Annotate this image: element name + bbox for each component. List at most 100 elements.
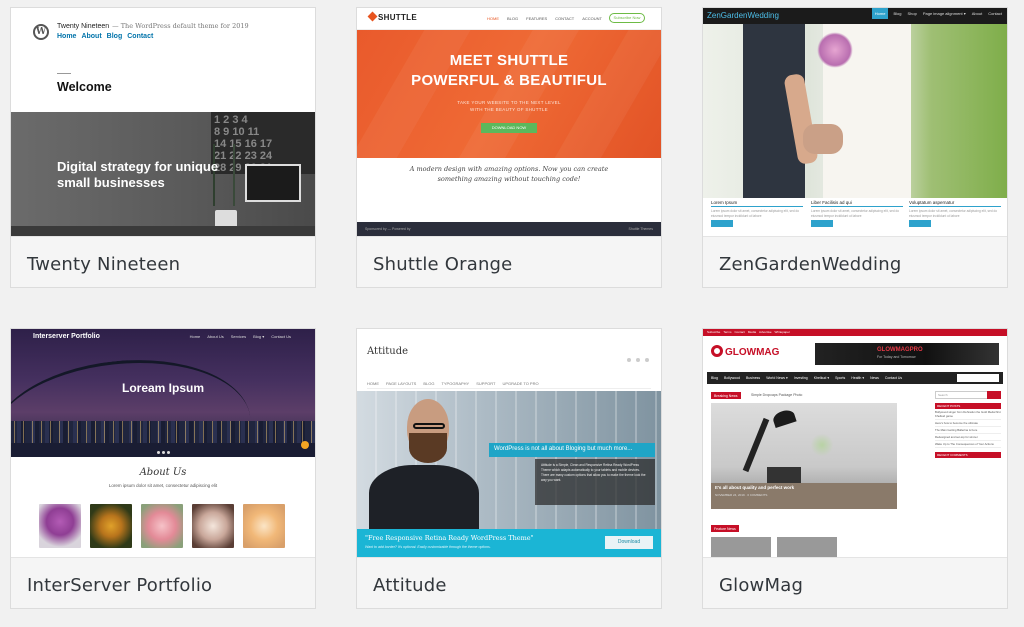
nav-search [957,374,999,382]
nav-item: UPGRADE TO PRO [502,381,539,386]
column: Voluptatum aspernatur Lorem ipsum dolor … [909,200,1001,227]
nav-item: Contact [988,11,1002,16]
column: Liber Facilisis ad qui Lorem ipsum dolor… [811,200,903,227]
hero-title: Loream Ipsum [121,381,205,395]
nav-item: HOME [367,381,379,386]
column-title: Liber Facilisis ad qui [811,200,903,207]
preview-logo: GLOWMAG [711,345,779,358]
promo-subtext: Want to add border? It's optional. Easil… [365,545,491,549]
feature-news-label: Feature News [711,525,739,532]
preview-logo: ZenGardenWedding [707,11,779,20]
column-text: Lorem ipsum dolor sit amet, consectetur … [811,209,900,218]
preview-logo: SHUTTLE [367,11,417,22]
breaking-news-text: Simple Dropcaps Package Photo [751,393,803,397]
nav-item: PAGE LAYOUTS [386,381,417,386]
nav-item: FEATURES [526,16,548,21]
top-link: Media [747,330,757,334]
nav-item: HOME [487,16,499,21]
theme-screenshot[interactable]: Interserver Portfolio Home About Us Servic… [11,329,315,557]
site-title: Twenty Nineteen [57,23,110,30]
glasses [413,423,445,429]
preview-menu: Home About Blog Contact [57,33,158,40]
social-icons [622,349,649,367]
nav-item: TYPOGRAPHY [441,381,470,386]
theme-card-interserver-portfolio[interactable]: Interserver Portfolio Home About Us Servic… [10,328,316,609]
preview-nav: HOME PAGE LAYOUTS BLOG TYPOGRAPHY SUPPORT UPG… [367,381,546,386]
theme-card-zengardenwedding[interactable]: ZenGardenWedding Home Blog Shop Page image … [702,7,1008,288]
preview-hero-image: 1 2 3 4 8 9 10 11 14 15 16 17 21 22 23 2… [11,112,315,236]
hero-subtitle-line1: TAKE YOUR WEBSITE TO THE NEXT LEVEL [457,100,561,105]
preview-sidebar: Search RECENT POSTS Bollywood singer fro… [935,391,1001,458]
theme-name: GlowMag [703,557,1007,608]
top-link: Advertise [759,330,772,334]
promo-download-button: Download [605,536,653,549]
nav-item: Services [230,334,247,339]
top-links: Subscribe Terms Contact Media Advertise White… [707,330,793,334]
slider-dots [503,519,518,529]
footer-left: Sponsored by — Powered by [365,227,411,231]
featured-caption: It's all about quality and perfect work [715,485,795,490]
preview-nav: Blog Bollywood Business World News ▾ Investi… [707,372,1003,384]
about-title: About Us [139,467,187,478]
ad-subtitle: For Today and Tomorrow [877,355,916,359]
recent-comments-heading: RECENT COMMENTS [935,452,1001,458]
preview-header: ZenGardenWedding Home Blog Shop Page image … [703,8,1007,24]
desk-clock [767,467,801,483]
preview-columns: Lorem Ipsum Lorem ipsum dolor sit amet, … [703,198,1007,236]
header-ad-banner: GLOWMAGPRO For Today and Tomorrow [815,343,999,365]
nav-item: Investing [793,376,808,380]
theme-card-twenty-nineteen[interactable]: W Twenty Nineteen — The WordPress default… [10,7,316,288]
social-icon [645,358,649,362]
slider-dots [157,441,172,457]
desk [11,226,315,236]
theme-screenshot[interactable]: W Twenty Nineteen — The WordPress default… [11,8,315,236]
nav-item: Contact Us [884,376,903,380]
nav-item: Blog [711,376,719,380]
nav-item: SUPPORT [476,381,496,386]
feature-thumbnails [711,537,843,557]
menu-item: About [81,33,102,40]
thumb-pink-rose [141,504,183,548]
hero-download-button: DOWNLOAD NOW [481,123,537,133]
nav-item: About [971,11,983,16]
social-icon [636,358,640,362]
recent-post-item: Here's how to become the ultimate [935,420,1001,427]
lamp-shade [771,407,797,429]
slider-caption-text: Attitude is a Simple, Clean and Responsi… [535,459,655,505]
theme-screenshot[interactable]: Attitude HOME PAGE LAYOUTS BLOG TYPOGRAPHY S… [357,329,661,557]
nav-item: Home [189,334,201,339]
theme-card-shuttle-orange[interactable]: SHUTTLE HOME BLOG FEATURES CONTACT ACCOUNT S… [356,7,662,288]
sidebar-search-button [987,391,1001,399]
column: Lorem Ipsum Lorem ipsum dolor sit amet, … [711,200,803,227]
preview-hero: MEET SHUTTLE POWERFUL & BEAUTIFUL TAKE Y… [357,30,661,158]
nav-item: Health ▾ [851,376,865,380]
preview-hero: Interserver Portfolio Home About Us Servic… [11,329,315,457]
nav-item: BLOG [507,16,519,21]
preview-header: SHUTTLE HOME BLOG FEATURES CONTACT ACCOUNT S… [357,8,661,30]
top-link: Subscribe [707,330,721,334]
monitor [245,164,301,202]
read-more-button [909,220,931,227]
top-link: Terms [723,330,732,334]
preview-hero-heading: Digital strategy for unique small busine… [57,159,219,190]
lamp-arm [742,417,770,473]
hero-subtitle-line2: WITH THE BEAUTY OF SHUTTLE [470,107,548,112]
glowmag-logo-icon [711,345,723,357]
preview-logo: Interserver Portfolio [33,333,100,340]
theme-card-attitude[interactable]: Attitude HOME PAGE LAYOUTS BLOG TYPOGRAPHY S… [356,328,662,609]
holding-hands [803,124,843,154]
bearded-man-photo [369,399,479,529]
preview-subscribe-button: Subscribe Now [609,13,645,23]
theme-screenshot[interactable]: Subscribe Terms Contact Media Advertise White… [703,329,1007,557]
column-title: Voluptatum aspernatur [909,200,1001,207]
divider [367,388,651,389]
theme-card-glowmag[interactable]: Subscribe Terms Contact Media Advertise White… [702,328,1008,609]
theme-screenshot[interactable]: SHUTTLE HOME BLOG FEATURES CONTACT ACCOUNT S… [357,8,661,236]
bouquet [817,32,853,68]
preview-logo: Attitude [367,346,409,357]
theme-name: ZenGardenWedding [703,236,1007,287]
hero-stripe [357,30,480,158]
theme-screenshot[interactable]: ZenGardenWedding Home Blog Shop Page image … [703,8,1007,236]
read-more-button [711,220,733,227]
preview-nav: Home Blog Shop Page image alignment ▾ About C… [868,8,1003,19]
